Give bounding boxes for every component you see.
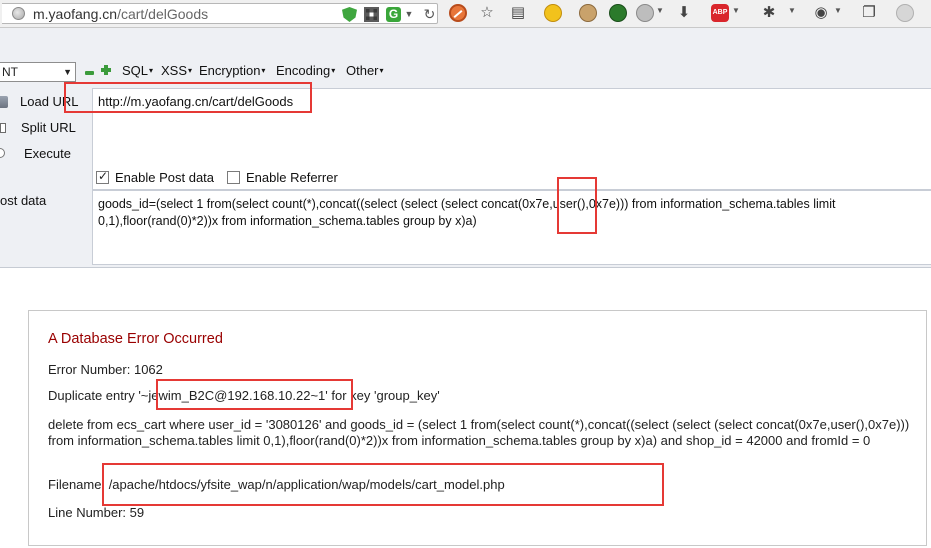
g-extension-icon[interactable]: G	[386, 7, 401, 22]
error-sql-statement: delete from ecs_cart where user_id = '30…	[48, 417, 910, 448]
site-globe-icon	[12, 7, 25, 20]
hackbar-toolbar: NT ▼ SQL▾ XSS▾ Encryption▾ Encoding▾ Othe…	[0, 61, 931, 83]
execute-icon	[0, 148, 5, 158]
error-title: A Database Error Occurred	[48, 331, 223, 347]
gray-ball-icon[interactable]	[636, 4, 654, 22]
load-url-button[interactable]: Load URL	[20, 94, 79, 109]
error-line-number: Line Number: 59	[48, 505, 145, 520]
encoding-select[interactable]: NT ▼	[0, 62, 76, 82]
increase-icon[interactable]	[101, 65, 111, 75]
url-textarea[interactable]: http://m.yaofang.cn/cart/delGoods	[92, 88, 931, 190]
chevron-down-icon[interactable]: ▼	[788, 6, 796, 15]
window-icon[interactable]: ❐	[860, 4, 878, 22]
browser-toolbar: m.yaofang.cn/cart/delGoods G ▼ ↻ ☆ ▤ ▼ ⬇…	[0, 0, 931, 28]
download-icon[interactable]: ⬇	[675, 4, 693, 22]
menu-encryption[interactable]: Encryption▾	[199, 63, 265, 78]
load-url-icon	[0, 96, 8, 108]
wifi-icon[interactable]: ◉	[812, 4, 830, 22]
block-icon[interactable]	[449, 4, 467, 22]
chevron-down-icon[interactable]: ▼	[732, 6, 740, 15]
chevron-down-icon[interactable]: ▼	[404, 7, 414, 22]
execute-button[interactable]: Execute	[24, 146, 71, 161]
decrease-icon[interactable]	[85, 71, 94, 75]
menu-other[interactable]: Other▾	[346, 63, 384, 78]
enable-post-label: Enable Post data	[115, 170, 215, 185]
qr-code-icon[interactable]	[364, 7, 379, 22]
address-text[interactable]: m.yaofang.cn/cart/delGoods	[33, 6, 208, 22]
shield-icon[interactable]	[342, 7, 357, 22]
palette-icon[interactable]	[579, 4, 597, 22]
database-error-box: A Database Error Occurred Error Number: …	[28, 310, 927, 546]
split-url-button[interactable]: Split URL	[21, 120, 76, 135]
enable-post-checkbox[interactable]	[96, 169, 109, 184]
error-filename: Filename: /apache/htdocs/yfsite_wap/n/ap…	[48, 477, 505, 492]
adblock-icon[interactable]: ABP	[711, 4, 729, 22]
menu-sql[interactable]: SQL▾	[122, 63, 153, 78]
menu-xss[interactable]: XSS▾	[161, 63, 192, 78]
round-button-icon[interactable]	[896, 4, 914, 22]
post-data-value: goods_id=(select 1 from(select count(*),…	[98, 197, 836, 228]
enable-referrer-label: Enable Referrer	[246, 170, 338, 185]
post-data-textarea[interactable]: goods_id=(select 1 from(select count(*),…	[92, 190, 931, 265]
enable-referrer-checkbox[interactable]	[227, 171, 240, 184]
reload-icon[interactable]: ↻	[422, 7, 437, 22]
post-data-label: ost data	[0, 193, 47, 208]
address-bar[interactable]: m.yaofang.cn/cart/delGoods G ▼ ↻	[2, 3, 438, 24]
error-number: Error Number: 1062	[48, 362, 163, 377]
bookmark-star-icon[interactable]: ☆	[478, 4, 496, 22]
chevron-down-icon: ▼	[63, 67, 72, 77]
bug-icon[interactable]: ✱	[760, 4, 778, 22]
hackbar-panel: NT ▼ SQL▾ XSS▾ Encryption▾ Encoding▾ Othe…	[0, 28, 931, 268]
chevron-down-icon[interactable]: ▼	[656, 6, 664, 15]
reader-icon[interactable]: ▤	[509, 4, 527, 22]
url-value: http://m.yaofang.cn/cart/delGoods	[98, 94, 294, 109]
smile-icon[interactable]	[544, 4, 562, 22]
green-ball-icon[interactable]	[609, 4, 627, 22]
duplicate-entry-message: Duplicate entry '~jewim_B2C@192.168.10.2…	[48, 388, 440, 403]
split-url-icon	[0, 123, 6, 133]
menu-encoding[interactable]: Encoding▾	[276, 63, 335, 78]
chevron-down-icon[interactable]: ▼	[834, 6, 842, 15]
